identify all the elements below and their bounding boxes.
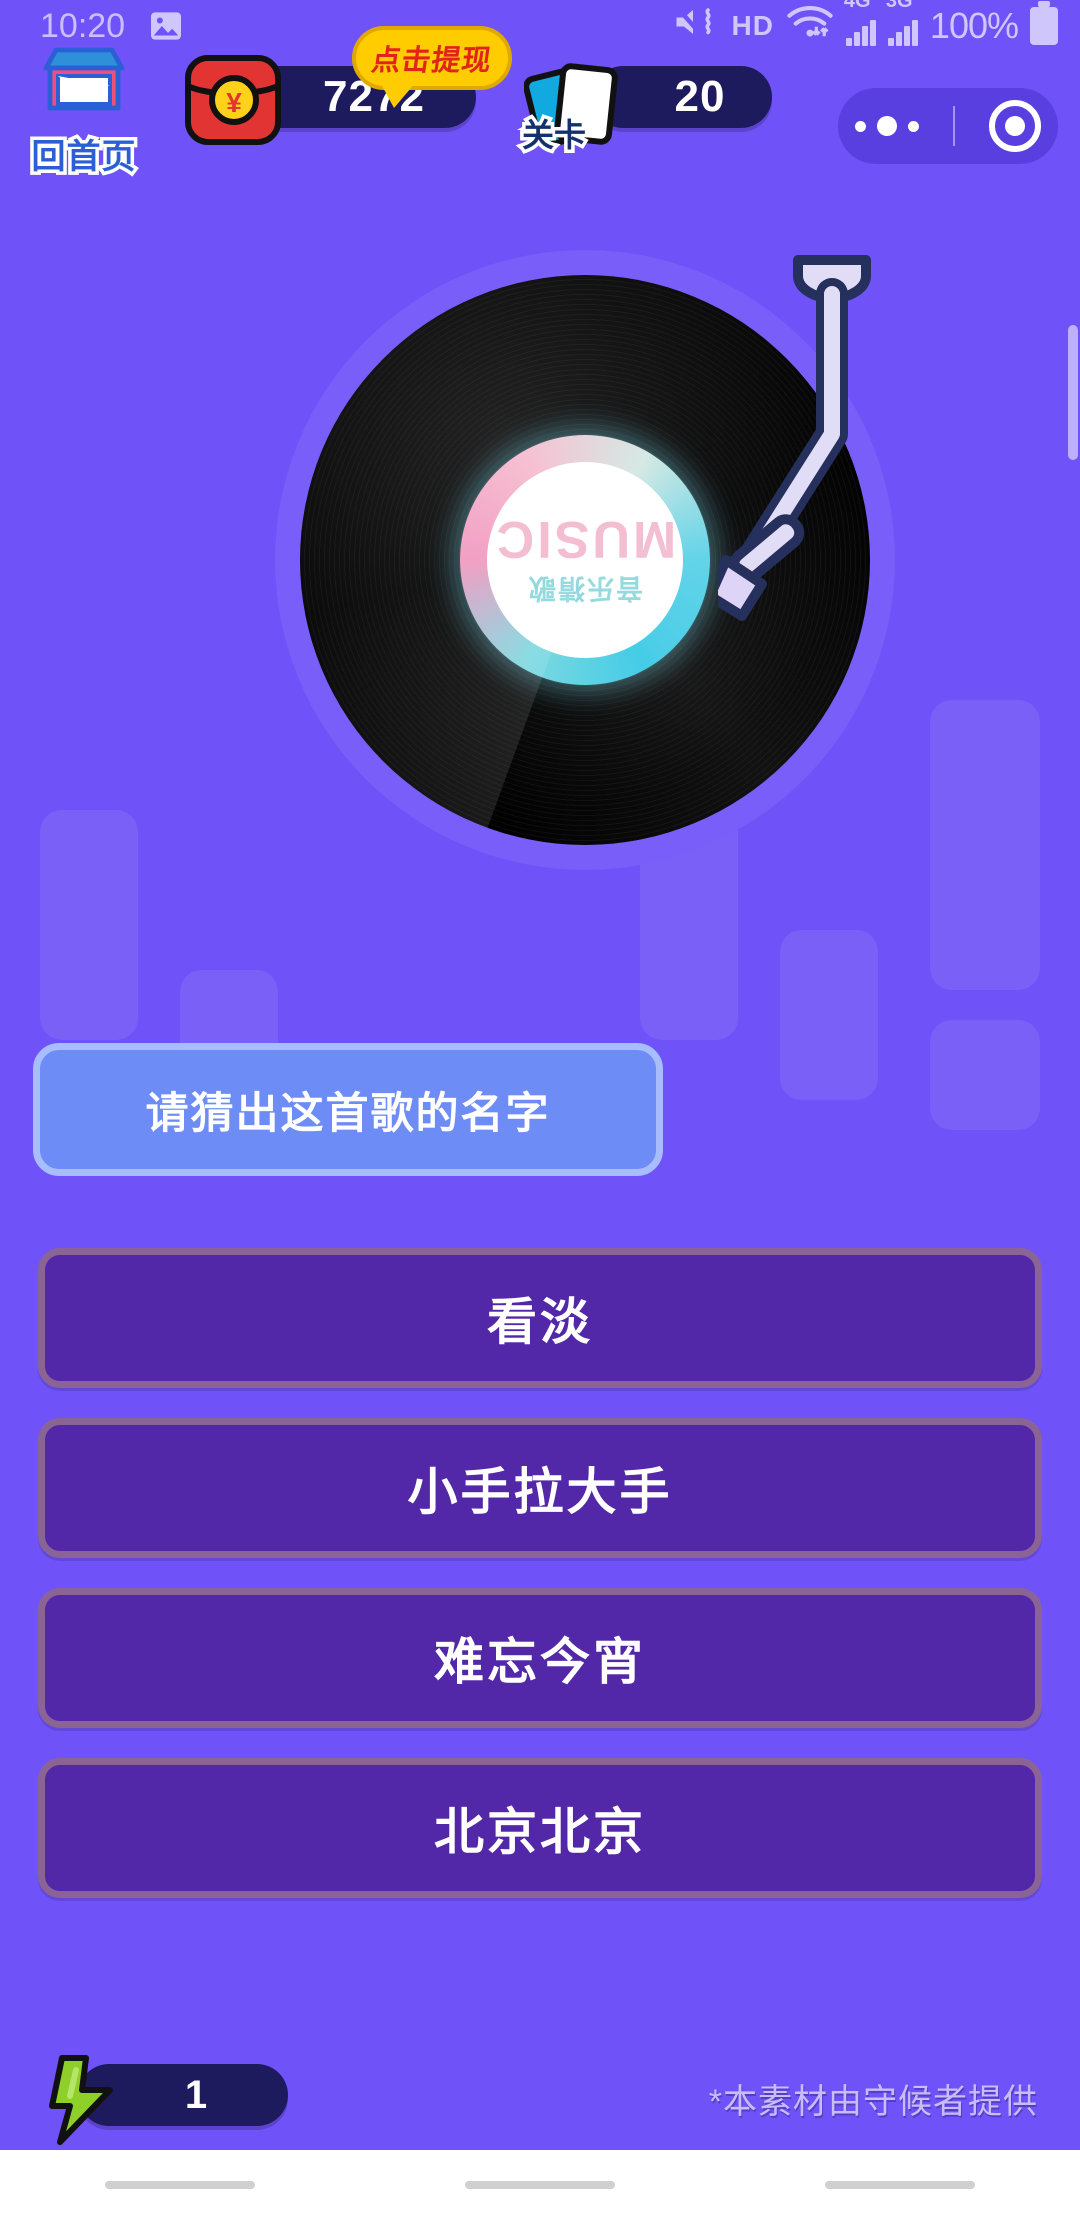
record-label: 音乐猜歌 MUSIC	[487, 462, 683, 658]
record-label-en: MUSIC	[493, 510, 677, 569]
nav-home-indicator[interactable]	[465, 2181, 615, 2189]
option-label: 北京北京	[434, 1804, 646, 1860]
tonearm-icon	[705, 240, 938, 640]
shop-home-icon	[38, 42, 130, 127]
red-packet-icon: ¥	[182, 52, 292, 148]
level-value: 20	[674, 72, 726, 121]
turntable-stage: 音乐猜歌 MUSIC	[0, 250, 1080, 980]
option-button-1[interactable]: 看淡	[38, 1248, 1042, 1388]
option-label: 小手拉大手	[407, 1464, 673, 1520]
status-time: 10:20	[40, 6, 126, 45]
battery-percent: 100%	[929, 5, 1019, 46]
app-root: 10:20 HD 4G 3G 100% 回首页 ¥ 7272 点击提现 关卡 2…	[0, 0, 1080, 2220]
level-label: 关卡	[518, 114, 589, 157]
hd-label: HD	[731, 10, 774, 41]
status-bar: 10:20 HD 4G 3G 100%	[0, 0, 1080, 52]
image-icon	[149, 11, 183, 41]
options-list: 看淡 小手拉大手 难忘今宵 北京北京	[38, 1248, 1042, 1928]
signal-4g: 4G	[844, 0, 876, 46]
nav-recents-indicator[interactable]	[825, 2181, 975, 2189]
more-dots-icon[interactable]	[855, 116, 919, 136]
signal-4g-label: 4G	[843, 0, 871, 12]
signal-3g-label: 3G	[885, 0, 913, 12]
scrollbar-thumb[interactable]	[1068, 325, 1078, 460]
home-button-label: 回首页	[28, 135, 139, 180]
nav-back-indicator[interactable]	[105, 2181, 255, 2189]
miniprogram-capsule[interactable]	[838, 88, 1058, 164]
status-icons: HD 4G 3G 100%	[673, 0, 1058, 50]
credit-text: *本素材由守候者提供	[708, 2083, 1038, 2121]
option-button-2[interactable]: 小手拉大手	[38, 1418, 1042, 1558]
question-text: 请猜出这首歌的名字	[145, 1089, 551, 1138]
record-label-ring: 音乐猜歌 MUSIC	[460, 435, 710, 685]
record-label-cn: 音乐猜歌	[527, 573, 643, 604]
capsule-divider	[953, 106, 955, 146]
signal-4g-bars	[845, 20, 876, 46]
bottom-bar: 1 *本素材由守候者提供	[0, 2050, 1080, 2160]
energy-value: 1	[184, 2072, 208, 2117]
home-button[interactable]: 回首页	[22, 42, 146, 180]
mute-vibrate-icon	[673, 4, 719, 49]
target-circle-icon[interactable]	[989, 100, 1041, 152]
option-label: 难忘今宵	[434, 1634, 646, 1690]
wifi-icon	[786, 3, 834, 50]
option-button-3[interactable]: 难忘今宵	[38, 1588, 1042, 1728]
android-navigation-bar	[0, 2150, 1080, 2220]
signal-3g: 3G	[886, 0, 918, 46]
svg-text:¥: ¥	[226, 87, 242, 118]
lightning-bolt-icon	[42, 2054, 124, 2146]
signal-3g-bars	[887, 20, 918, 46]
battery-full-icon	[1030, 1, 1058, 45]
option-button-4[interactable]: 北京北京	[38, 1758, 1042, 1898]
option-label: 看淡	[487, 1294, 593, 1350]
question-box: 请猜出这首歌的名字	[33, 1043, 663, 1176]
